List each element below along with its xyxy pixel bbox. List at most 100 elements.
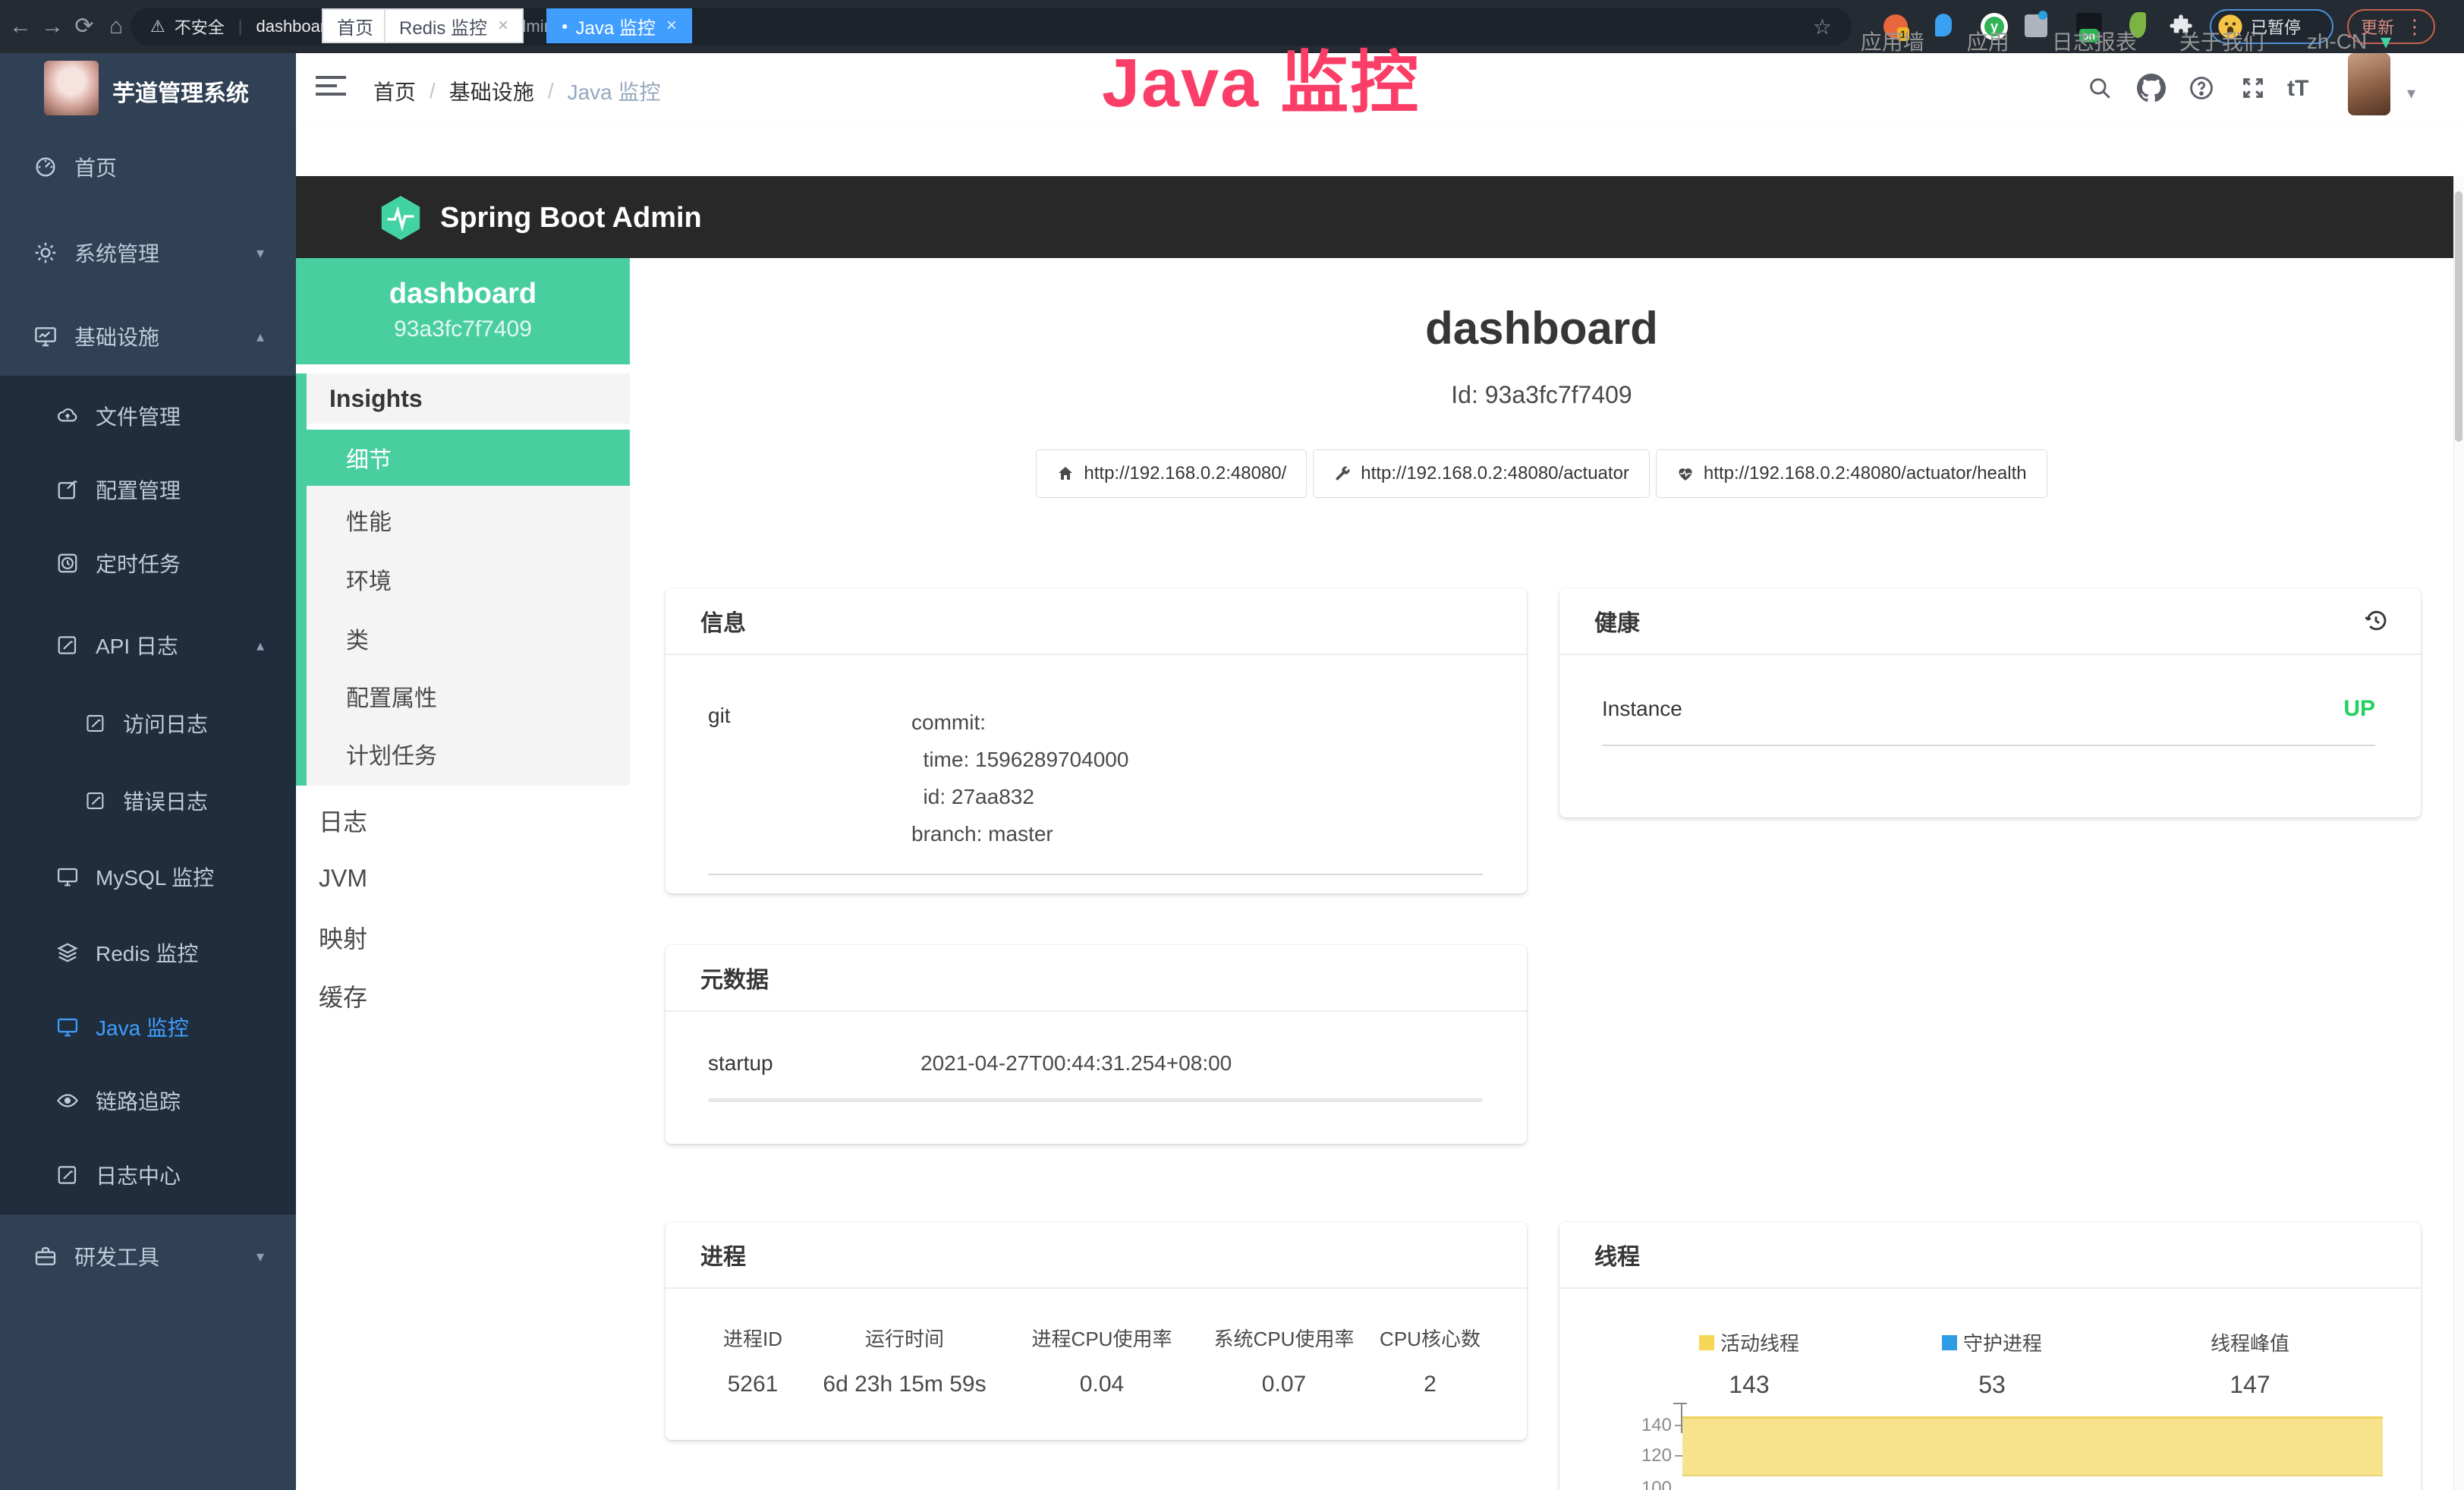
sba-menu-classes[interactable]: 类	[307, 610, 630, 666]
sba-nav-applications[interactable]: 应用	[1967, 26, 2009, 56]
page-scrollbar-thumb[interactable]	[2455, 191, 2462, 442]
browser-home-icon[interactable]: ⌂	[100, 0, 132, 53]
health-row-divider	[1602, 745, 2375, 746]
omnibox-divider: |	[238, 17, 243, 36]
sba-menu-metrics[interactable]: 性能	[307, 492, 630, 548]
metadata-row-divider	[708, 1098, 1483, 1102]
process-val-cpus: 2	[1371, 1372, 1489, 1397]
sba-menu-jvm[interactable]: JVM	[296, 849, 630, 908]
process-col-proc-cpu: 进程CPU使用率	[1007, 1324, 1197, 1352]
bookmark-star-icon[interactable]: ☆	[1813, 14, 1832, 39]
briefcase-icon	[33, 1244, 58, 1268]
browser-menu-kebab-icon[interactable]: ⋮	[2405, 15, 2425, 39]
y-tick-120: 120	[1626, 1445, 1672, 1466]
health-card-header: 健康	[1559, 588, 2421, 655]
logo-avatar	[44, 61, 99, 115]
sidebar-item-mysql-monitor[interactable]: MySQL 监控	[0, 847, 296, 906]
sba-menu-details[interactable]: 细节	[307, 430, 630, 486]
app-logo-title: 芋道管理系统	[112, 74, 249, 108]
metadata-card: 元数据 startup 2021-04-27T00:44:31.254+08:0…	[666, 945, 1527, 1144]
sidebar-item-home[interactable]: 首页	[0, 137, 296, 197]
insights-section-header: Insights	[307, 373, 630, 424]
instance-health-link[interactable]: http://192.168.0.2:48080/actuator/health	[1656, 449, 2047, 498]
sidebar-item-log-center[interactable]: 日志中心	[0, 1145, 296, 1205]
tag-home[interactable]: 首页	[322, 8, 389, 43]
instance-actuator-link[interactable]: http://192.168.0.2:48080/actuator	[1313, 449, 1650, 498]
sidebar-item-tracing[interactable]: 链路追踪	[0, 1071, 296, 1130]
sidebar-item-redis-monitor[interactable]: Redis 监控	[0, 923, 296, 982]
info-card-body: git commit: time: 1596289704000 id: 27aa…	[666, 655, 1527, 875]
sba-menu-config-props[interactable]: 配置属性	[307, 668, 630, 724]
tag-java-monitor[interactable]: ● Java 监控 ×	[546, 8, 692, 43]
legend-peak-threads: 线程峰值	[2136, 1328, 2364, 1356]
tag-close-icon[interactable]: ×	[498, 15, 508, 36]
locale-caret-icon: ▾	[2381, 30, 2391, 53]
health-history-icon[interactable]	[2363, 608, 2389, 634]
document-edit-icon	[85, 713, 106, 734]
sba-menu-mappings[interactable]: 映射	[296, 908, 630, 966]
sba-menu-logs[interactable]: 日志	[296, 791, 630, 849]
process-card-header: 进程	[666, 1222, 1527, 1289]
metadata-row-value: 2021-04-27T00:44:31.254+08:00	[920, 1051, 1232, 1076]
avatar-caret-icon[interactable]: ▾	[2407, 83, 2415, 103]
tag-close-icon[interactable]: ×	[666, 15, 677, 36]
collapse-sidebar-icon[interactable]	[316, 76, 346, 100]
metadata-row-label: startup	[708, 1051, 920, 1076]
instance-home-link[interactable]: http://192.168.0.2:48080/	[1036, 449, 1307, 498]
breadcrumb-current: Java 监控	[568, 76, 661, 106]
monitor-icon	[56, 1016, 79, 1038]
sidebar-item-api-logs[interactable]: API 日志 ▴	[0, 616, 296, 675]
process-col-uptime: 运行时间	[802, 1324, 1007, 1352]
sidebar-item-scheduled-jobs[interactable]: 定时任务	[0, 534, 296, 593]
sba-instance-block[interactable]: dashboard 93a3fc7f7409	[296, 258, 630, 364]
y-tick-100: 100	[1626, 1478, 1672, 1490]
security-label[interactable]: 不安全	[175, 14, 225, 39]
sidebar-item-file-management[interactable]: 文件管理	[0, 386, 296, 446]
breadcrumb-home[interactable]: 首页	[373, 76, 416, 106]
sidebar-item-config-management[interactable]: 配置管理	[0, 460, 296, 519]
sidebar-item-java-monitor[interactable]: Java 监控	[0, 997, 296, 1057]
sidebar-item-dev-tools[interactable]: 研发工具 ▾	[0, 1227, 296, 1286]
sba-menu-caches[interactable]: 缓存	[296, 966, 630, 1025]
sba-nav-about[interactable]: 关于我们	[2179, 26, 2264, 56]
sba-locale-select[interactable]: zh-CN ▾	[2307, 29, 2391, 54]
process-col-sys-cpu: 系统CPU使用率	[1197, 1324, 1371, 1352]
legend-blue-swatch	[1942, 1335, 1957, 1350]
axis-top-tick	[1673, 1403, 1687, 1404]
sba-nav-journal[interactable]: 日志报表	[2052, 26, 2137, 56]
sidebar-item-access-logs[interactable]: 访问日志	[0, 694, 296, 753]
browser-forward-icon[interactable]: →	[36, 0, 68, 53]
metadata-card-header: 元数据	[666, 945, 1527, 1012]
layers-icon	[56, 941, 79, 964]
process-col-cpus: CPU核心数	[1371, 1324, 1489, 1352]
y-tick-140: 140	[1626, 1415, 1672, 1436]
sba-nav-wallboard[interactable]: 应用墙	[1861, 26, 1924, 56]
sba-menu-environment[interactable]: 环境	[307, 551, 630, 607]
breadcrumb-separator: /	[548, 79, 554, 103]
dashboard-gauge-icon	[33, 155, 58, 179]
legend-yellow-swatch	[1699, 1335, 1714, 1350]
health-status-badge: UP	[2343, 696, 2375, 722]
screenshot-root: ← → ⟳ ⌂ ⚠ 不安全 | dashboard.yudao.iocoder.…	[0, 0, 2464, 1490]
monitor-icon	[56, 865, 79, 888]
sba-menu-scheduled-tasks[interactable]: 计划任务	[307, 726, 630, 782]
instance-links: http://192.168.0.2:48080/ http://192.168…	[630, 449, 2453, 498]
chevron-down-icon: ▾	[256, 244, 264, 263]
breadcrumb-infrastructure[interactable]: 基础设施	[449, 76, 534, 106]
browser-reload-icon[interactable]: ⟳	[68, 0, 100, 53]
page-subtitle: Id: 93a3fc7f7409	[630, 381, 2453, 409]
eye-icon	[56, 1089, 79, 1112]
sidebar-item-system[interactable]: 系统管理 ▾	[0, 223, 296, 282]
sba-nav: 应用墙 应用 日志报表 关于我们 zh-CN ▾	[1861, 0, 2391, 82]
document-edit-icon	[85, 790, 106, 811]
browser-back-icon[interactable]: ←	[5, 0, 36, 53]
sba-brand-title[interactable]: Spring Boot Admin	[440, 202, 702, 235]
page-title: dashboard	[630, 302, 2453, 354]
tag-redis-monitor[interactable]: Redis 监控 ×	[384, 8, 524, 43]
info-card-header: 信息	[666, 588, 1527, 655]
threads-card-header: 线程	[1559, 1222, 2421, 1289]
sidebar-item-infrastructure[interactable]: 基础设施 ▴	[0, 307, 296, 366]
breadcrumb-separator: /	[430, 79, 436, 103]
sidebar-item-error-logs[interactable]: 错误日志	[0, 771, 296, 830]
monitor-chart-icon	[33, 324, 58, 348]
